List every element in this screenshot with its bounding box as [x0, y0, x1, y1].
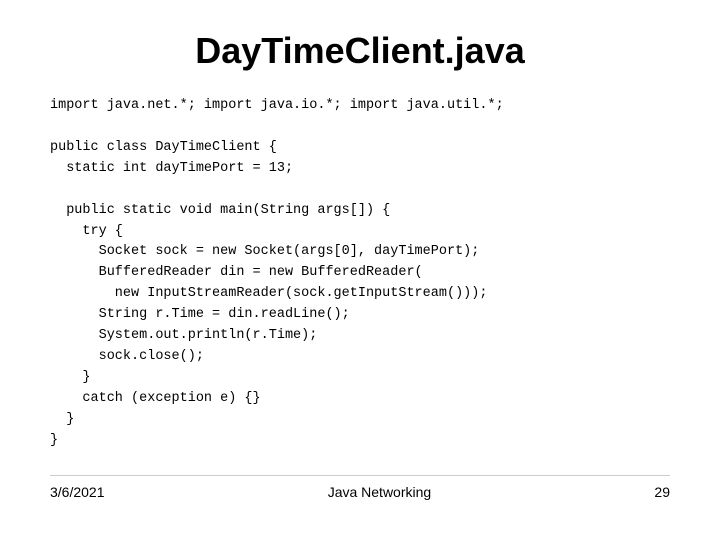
slide-title: DayTimeClient.java: [50, 30, 670, 72]
code-pre: import java.net.*; import java.io.*; imp…: [50, 96, 670, 452]
code-block: import java.net.*; import java.io.*; imp…: [50, 96, 670, 475]
footer-topic: Java Networking: [328, 484, 432, 500]
footer-page: 29: [654, 484, 670, 500]
footer-date: 3/6/2021: [50, 484, 105, 500]
footer: 3/6/2021 Java Networking 29: [50, 475, 670, 500]
slide: DayTimeClient.java import java.net.*; im…: [0, 0, 720, 540]
